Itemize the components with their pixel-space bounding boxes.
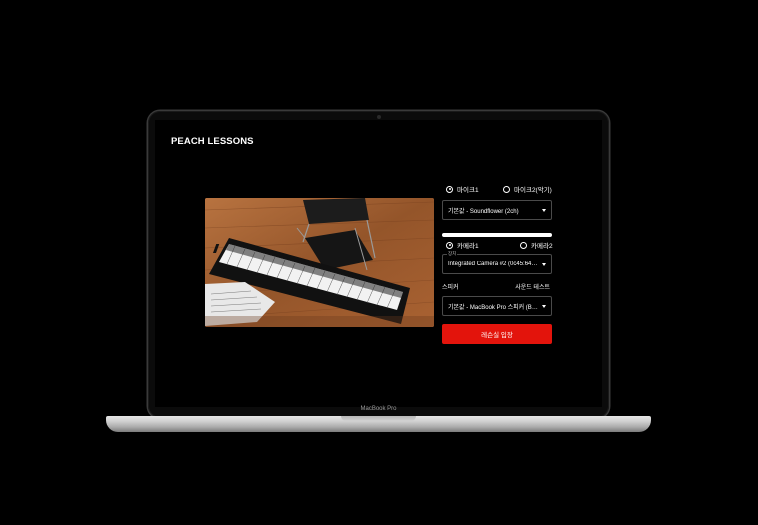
laptop-lid: PEACH LESSONS 마이크1 마이크2(악기) 기본값 - Soundf… (148, 111, 609, 418)
speaker-row: 스피커 사운드 테스트 (442, 282, 552, 291)
chevron-down-icon (542, 305, 546, 308)
mic-radio-group: 마이크1 마이크2(악기) (442, 182, 554, 194)
camera-preview-image (205, 198, 434, 327)
chevron-down-icon (542, 209, 546, 212)
mic-select-value: 기본값 - Soundflower (2ch) (448, 208, 519, 215)
radio-camera1[interactable]: 카메라1 (446, 240, 479, 250)
device-model-label: MacBook Pro (360, 406, 397, 412)
radio-unselected-icon (520, 241, 527, 249)
laptop-base (106, 416, 651, 432)
camera-field-label: 장치 (447, 251, 458, 257)
radio-mic1-label: 마이크1 (457, 187, 479, 194)
laptop-notch (341, 416, 416, 421)
brand-logo: PEACH LESSONS (171, 136, 254, 147)
enter-lesson-button[interactable]: 레슨실 입장 (442, 324, 552, 344)
sound-test-link[interactable]: 사운드 테스트 (515, 282, 550, 291)
radio-unselected-icon (503, 185, 510, 193)
radio-selected-icon (446, 185, 453, 193)
camera-preview (205, 198, 434, 327)
webcam-dot (377, 115, 381, 119)
radio-camera2-label: 카메라2 (531, 243, 553, 250)
radio-mic1[interactable]: 마이크1 (446, 184, 479, 194)
camera-radio-group: 카메라1 카메라2 (442, 238, 554, 250)
radio-mic2-label: 마이크2(악기) (514, 187, 552, 194)
camera-select-value: Integrated Camera #2 (0c45:64ab) (448, 261, 540, 267)
radio-selected-icon (446, 241, 453, 249)
chevron-down-icon (542, 263, 546, 266)
speaker-select[interactable]: 기본값 - MacBook Pro 스피커 (Bu... (442, 296, 552, 316)
radio-camera2[interactable]: 카메라2 (520, 240, 553, 250)
app-screen: PEACH LESSONS 마이크1 마이크2(악기) 기본값 - Soundf… (155, 120, 602, 407)
radio-mic2[interactable]: 마이크2(악기) (503, 184, 552, 194)
radio-camera1-label: 카메라1 (457, 243, 479, 250)
mic-level-meter (442, 233, 552, 237)
mic-select[interactable]: 기본값 - Soundflower (2ch) (442, 200, 552, 220)
camera-select[interactable]: 장치 Integrated Camera #2 (0c45:64ab) (442, 251, 552, 274)
device-mockup: PEACH LESSONS 마이크1 마이크2(악기) 기본값 - Soundf… (0, 0, 758, 525)
speaker-label: 스피커 (442, 285, 459, 291)
speaker-select-value: 기본값 - MacBook Pro 스피커 (Bu... (448, 304, 540, 311)
